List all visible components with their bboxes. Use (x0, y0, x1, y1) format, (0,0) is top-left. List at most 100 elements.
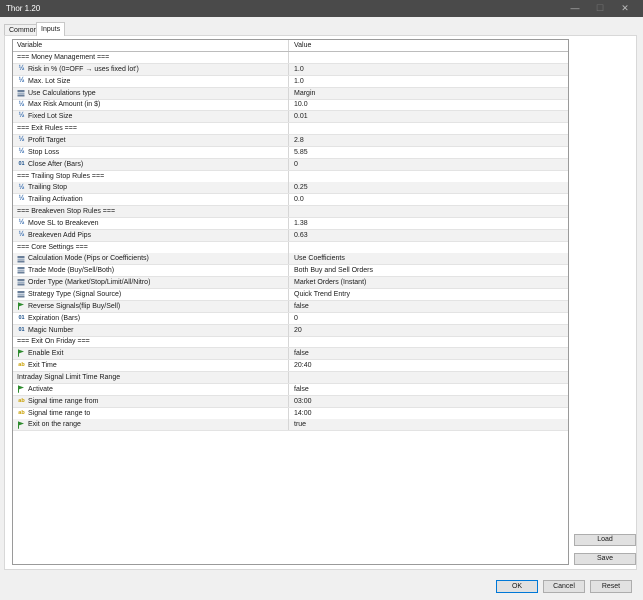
variable-cell[interactable]: Intraday Signal Limit Time Range (13, 371, 289, 383)
table-row[interactable]: Use Calculations type Margin (13, 87, 568, 100)
value-cell[interactable]: 0.01 (290, 111, 568, 122)
value-cell[interactable] (290, 372, 568, 383)
value-cell[interactable]: 0 (290, 159, 568, 170)
variable-cell[interactable]: ½ Trailing Stop (13, 182, 289, 194)
table-row[interactable]: ½ Max. Lot Size 1.0 (13, 75, 568, 88)
value-cell[interactable]: Use Coefficients (290, 253, 568, 264)
table-row[interactable]: Intraday Signal Limit Time Range (13, 371, 568, 384)
column-header-variable[interactable]: Variable (13, 40, 289, 51)
table-row[interactable]: Trade Mode (Buy/Sell/Both) Both Buy and S… (13, 265, 568, 278)
variable-cell[interactable]: Use Calculations type (13, 87, 289, 99)
variable-cell[interactable]: === Breakeven Stop Rules === (13, 206, 289, 218)
value-cell[interactable]: 0.63 (290, 230, 568, 241)
variable-cell[interactable]: ½ Fixed Lot Size (13, 111, 289, 123)
table-row[interactable]: Calculation Mode (Pips or Coefficients) U… (13, 253, 568, 266)
variable-cell[interactable]: Strategy Type (Signal Source) (13, 289, 289, 300)
variable-cell[interactable]: ½ Profit Target (13, 134, 289, 146)
variable-cell[interactable]: ab Exit Time (13, 360, 289, 372)
table-row[interactable]: Reverse Signals(flip Buy/Sell) false (13, 300, 568, 313)
table-row[interactable]: === Breakeven Stop Rules === (13, 206, 568, 219)
value-cell[interactable]: false (290, 348, 568, 359)
variable-cell[interactable]: === Trailing Stop Rules === (13, 170, 289, 182)
table-row[interactable]: ½ Breakeven Add Pips 0.63 (13, 229, 568, 242)
table-row[interactable]: ab Signal time range to 14:00 (13, 407, 568, 420)
table-row[interactable]: Activate false (13, 383, 568, 396)
table-row[interactable]: Exit on the range true (13, 419, 568, 432)
variable-cell[interactable]: Reverse Signals(flip Buy/Sell) (13, 300, 289, 312)
value-cell[interactable]: 20:40 (290, 360, 568, 371)
table-row[interactable]: ½ Stop Loss 5.85 (13, 146, 568, 159)
value-cell[interactable]: Market Orders (Instant) (290, 277, 568, 288)
value-cell[interactable]: 0 (290, 313, 568, 324)
table-row[interactable]: 01 Magic Number 20 (13, 324, 568, 337)
inputs-grid[interactable]: Variable Value === Money Management === ½… (12, 39, 569, 565)
value-cell[interactable]: 1.0 (290, 64, 568, 75)
variable-cell[interactable]: ½ Move SL to Breakeven (13, 217, 289, 229)
close-icon[interactable]: ✕ (613, 0, 637, 17)
variable-cell[interactable]: 01 Expiration (Bars) (13, 312, 289, 324)
value-cell[interactable]: false (290, 301, 568, 312)
variable-cell[interactable]: ½ Risk in % (0=OFF → uses fixed lot') (13, 63, 289, 75)
value-cell[interactable]: 1.0 (290, 76, 568, 87)
value-cell[interactable]: 0.0 (290, 194, 568, 205)
table-row[interactable]: === Core Settings === (13, 241, 568, 254)
reset-button[interactable]: Reset (590, 580, 632, 593)
value-cell[interactable] (290, 336, 568, 347)
variable-cell[interactable]: Calculation Mode (Pips or Coefficients) (13, 253, 289, 265)
variable-cell[interactable]: 01 Magic Number (13, 324, 289, 336)
value-cell[interactable]: Both Buy and Sell Orders (290, 265, 568, 276)
cancel-button[interactable]: Cancel (543, 580, 585, 593)
table-row[interactable]: ½ Trailing Activation 0.0 (13, 194, 568, 207)
variable-cell[interactable]: ½ Trailing Activation (13, 194, 289, 206)
table-row[interactable]: === Money Management === (13, 52, 568, 64)
value-cell[interactable]: 1.38 (290, 218, 568, 229)
variable-cell[interactable]: ½ Max. Lot Size (13, 75, 289, 87)
value-cell[interactable]: 14:00 (290, 408, 568, 419)
table-row[interactable]: ab Signal time range from 03:00 (13, 395, 568, 408)
table-row[interactable]: 01 Expiration (Bars) 0 (13, 312, 568, 325)
minimize-icon[interactable]: — (563, 0, 587, 17)
value-cell[interactable] (290, 123, 568, 134)
value-cell[interactable] (290, 242, 568, 253)
ok-button[interactable]: OK (496, 580, 538, 593)
variable-cell[interactable]: 01 Close After (Bars) (13, 158, 289, 170)
variable-cell[interactable]: Trade Mode (Buy/Sell/Both) (13, 265, 289, 277)
table-row[interactable]: Order Type (Market/Stop/Limit/All/Nitro)… (13, 277, 568, 290)
variable-cell[interactable]: ab Signal time range from (13, 395, 289, 407)
value-cell[interactable]: Margin (290, 88, 568, 99)
load-button[interactable]: Load (574, 534, 636, 546)
variable-cell[interactable]: === Money Management === (13, 52, 289, 63)
table-row[interactable]: ½ Fixed Lot Size 0.01 (13, 111, 568, 124)
value-cell[interactable]: 0.25 (290, 182, 568, 193)
variable-cell[interactable]: Order Type (Market/Stop/Limit/All/Nitro) (13, 277, 289, 289)
table-row[interactable]: ab Exit Time 20:40 (13, 360, 568, 373)
value-cell[interactable]: 5.85 (290, 147, 568, 158)
variable-cell[interactable]: === Exit On Friday === (13, 336, 289, 348)
variable-cell[interactable]: ½ Stop Loss (13, 146, 289, 158)
variable-cell[interactable]: ab Signal time range to (13, 407, 289, 419)
column-header-value[interactable]: Value (290, 40, 568, 51)
variable-cell[interactable]: === Exit Rules === (13, 123, 289, 135)
maximize-icon[interactable]: ☐ (588, 0, 612, 17)
value-cell[interactable]: 2.8 (290, 135, 568, 146)
save-button[interactable]: Save (574, 553, 636, 565)
value-cell[interactable]: 10.0 (290, 99, 568, 110)
value-cell[interactable]: Quick Trend Entry (290, 289, 568, 300)
table-row[interactable]: 01 Close After (Bars) 0 (13, 158, 568, 171)
variable-cell[interactable]: Enable Exit (13, 348, 289, 360)
table-row[interactable]: ½ Profit Target 2.8 (13, 134, 568, 147)
variable-cell[interactable]: ½ Breakeven Add Pips (13, 229, 289, 241)
table-row[interactable]: Enable Exit false (13, 348, 568, 361)
variable-cell[interactable]: ½ Max Risk Amount (in $) (13, 99, 289, 111)
value-cell[interactable]: 03:00 (290, 396, 568, 407)
table-row[interactable]: ½ Move SL to Breakeven 1.38 (13, 217, 568, 230)
table-row[interactable]: === Exit Rules === (13, 123, 568, 136)
variable-cell[interactable]: Exit on the range (13, 419, 289, 431)
variable-cell[interactable]: === Core Settings === (13, 241, 289, 253)
variable-cell[interactable]: Activate (13, 383, 289, 395)
table-row[interactable]: === Trailing Stop Rules === (13, 170, 568, 183)
value-cell[interactable] (290, 52, 568, 63)
tab-inputs[interactable]: Inputs (36, 22, 66, 36)
value-cell[interactable] (290, 171, 568, 182)
table-row[interactable]: ½ Trailing Stop 0.25 (13, 182, 568, 195)
